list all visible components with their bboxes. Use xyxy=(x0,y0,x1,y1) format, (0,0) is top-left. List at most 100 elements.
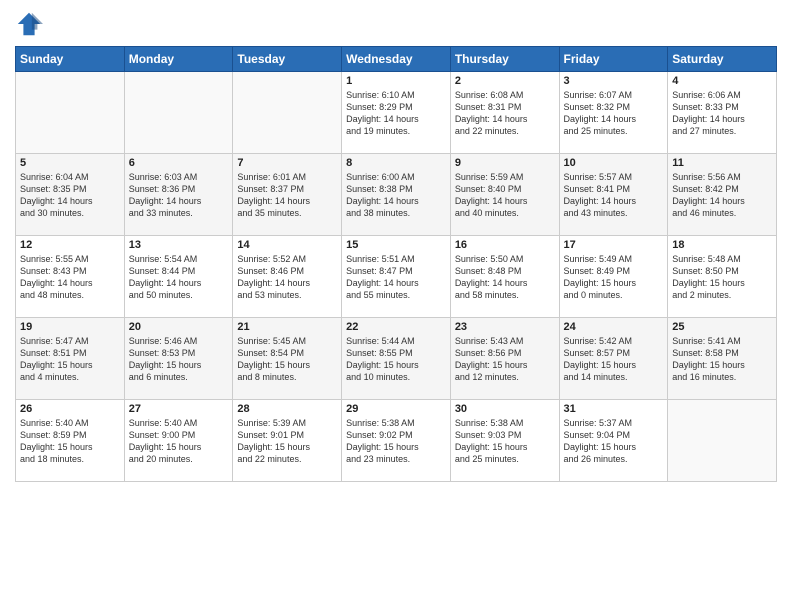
weekday-header-thursday: Thursday xyxy=(450,47,559,72)
day-info: Sunrise: 5:50 AM Sunset: 8:48 PM Dayligh… xyxy=(455,253,555,302)
day-number: 31 xyxy=(564,403,664,415)
calendar-cell: 5Sunrise: 6:04 AM Sunset: 8:35 PM Daylig… xyxy=(16,154,125,236)
calendar-cell: 7 Sunrise: 6:01 AM Sunset: 8:37 PM Daylig… xyxy=(233,154,342,236)
day-info: Sunrise: 6:01 AM Sunset: 8:37 PM Dayligh… xyxy=(237,171,337,220)
day-info: Sunrise: 5:38 AM Sunset: 9:02 PM Dayligh… xyxy=(346,417,446,466)
day-info: Sunrise: 5:39 AM Sunset: 9:01 PM Dayligh… xyxy=(237,417,337,466)
day-number: 14 xyxy=(237,239,337,251)
weekday-header-tuesday: Tuesday xyxy=(233,47,342,72)
calendar-cell: 20 Sunrise: 5:46 AM Sunset: 8:53 PM Dayli… xyxy=(124,318,233,400)
day-number: 6 xyxy=(129,157,229,169)
day-number: 21 xyxy=(237,321,337,333)
day-info: Sunrise: 5:51 AM Sunset: 8:47 PM Dayligh… xyxy=(346,253,446,302)
day-number: 26 xyxy=(20,403,120,415)
calendar-cell: 17 Sunrise: 5:49 AM Sunset: 8:49 PM Dayli… xyxy=(559,236,668,318)
day-number: 18 xyxy=(672,239,772,251)
calendar-cell: 30 Sunrise: 5:38 AM Sunset: 9:03 PM Dayli… xyxy=(450,400,559,482)
day-number: 20 xyxy=(129,321,229,333)
day-info: Sunrise: 6:03 AM Sunset: 8:36 PM Dayligh… xyxy=(129,171,229,220)
day-info: Sunrise: 6:10 AM Sunset: 8:29 PM Dayligh… xyxy=(346,89,446,138)
day-number: 27 xyxy=(129,403,229,415)
calendar-cell: 24Sunrise: 5:42 AM Sunset: 8:57 PM Dayli… xyxy=(559,318,668,400)
day-number: 19 xyxy=(20,321,120,333)
day-info: Sunrise: 5:56 AM Sunset: 8:42 PM Dayligh… xyxy=(672,171,772,220)
day-info: Sunrise: 5:49 AM Sunset: 8:49 PM Dayligh… xyxy=(564,253,664,302)
day-info: Sunrise: 5:44 AM Sunset: 8:55 PM Dayligh… xyxy=(346,335,446,384)
day-info: Sunrise: 5:38 AM Sunset: 9:03 PM Dayligh… xyxy=(455,417,555,466)
calendar-cell: 22Sunrise: 5:44 AM Sunset: 8:55 PM Dayli… xyxy=(342,318,451,400)
calendar-cell: 31 Sunrise: 5:37 AM Sunset: 9:04 PM Dayli… xyxy=(559,400,668,482)
logo-icon xyxy=(15,10,43,38)
day-info: Sunrise: 5:37 AM Sunset: 9:04 PM Dayligh… xyxy=(564,417,664,466)
day-number: 7 xyxy=(237,157,337,169)
day-number: 29 xyxy=(346,403,446,415)
weekday-header-saturday: Saturday xyxy=(668,47,777,72)
day-info: Sunrise: 5:52 AM Sunset: 8:46 PM Dayligh… xyxy=(237,253,337,302)
day-number: 30 xyxy=(455,403,555,415)
day-number: 9 xyxy=(455,157,555,169)
calendar-cell: 28 Sunrise: 5:39 AM Sunset: 9:01 PM Dayli… xyxy=(233,400,342,482)
day-info: Sunrise: 5:43 AM Sunset: 8:56 PM Dayligh… xyxy=(455,335,555,384)
day-number: 11 xyxy=(672,157,772,169)
day-info: Sunrise: 6:06 AM Sunset: 8:33 PM Dayligh… xyxy=(672,89,772,138)
day-info: Sunrise: 6:00 AM Sunset: 8:38 PM Dayligh… xyxy=(346,171,446,220)
calendar-cell: 3Sunrise: 6:07 AM Sunset: 8:32 PM Daylig… xyxy=(559,72,668,154)
day-info: Sunrise: 5:40 AM Sunset: 8:59 PM Dayligh… xyxy=(20,417,120,466)
day-info: Sunrise: 5:46 AM Sunset: 8:53 PM Dayligh… xyxy=(129,335,229,384)
calendar-cell xyxy=(124,72,233,154)
day-info: Sunrise: 5:55 AM Sunset: 8:43 PM Dayligh… xyxy=(20,253,120,302)
calendar-cell: 26 Sunrise: 5:40 AM Sunset: 8:59 PM Dayli… xyxy=(16,400,125,482)
calendar-cell: 6 Sunrise: 6:03 AM Sunset: 8:36 PM Daylig… xyxy=(124,154,233,236)
calendar-cell: 14 Sunrise: 5:52 AM Sunset: 8:46 PM Dayli… xyxy=(233,236,342,318)
week-row-1: 1 Sunrise: 6:10 AM Sunset: 8:29 PM Daylig… xyxy=(16,72,777,154)
day-number: 28 xyxy=(237,403,337,415)
day-number: 17 xyxy=(564,239,664,251)
calendar-cell: 2 Sunrise: 6:08 AM Sunset: 8:31 PM Daylig… xyxy=(450,72,559,154)
calendar-cell: 19Sunrise: 5:47 AM Sunset: 8:51 PM Dayli… xyxy=(16,318,125,400)
day-number: 8 xyxy=(346,157,446,169)
calendar-cell xyxy=(668,400,777,482)
header xyxy=(15,10,777,38)
calendar-cell: 21 Sunrise: 5:45 AM Sunset: 8:54 PM Dayli… xyxy=(233,318,342,400)
day-number: 3 xyxy=(564,75,664,87)
day-info: Sunrise: 5:54 AM Sunset: 8:44 PM Dayligh… xyxy=(129,253,229,302)
calendar-cell: 15 Sunrise: 5:51 AM Sunset: 8:47 PM Dayli… xyxy=(342,236,451,318)
weekday-header-sunday: Sunday xyxy=(16,47,125,72)
day-info: Sunrise: 6:08 AM Sunset: 8:31 PM Dayligh… xyxy=(455,89,555,138)
week-row-4: 19Sunrise: 5:47 AM Sunset: 8:51 PM Dayli… xyxy=(16,318,777,400)
calendar-cell: 8 Sunrise: 6:00 AM Sunset: 8:38 PM Daylig… xyxy=(342,154,451,236)
day-info: Sunrise: 5:48 AM Sunset: 8:50 PM Dayligh… xyxy=(672,253,772,302)
calendar-cell: 16 Sunrise: 5:50 AM Sunset: 8:48 PM Dayli… xyxy=(450,236,559,318)
week-row-3: 12 Sunrise: 5:55 AM Sunset: 8:43 PM Dayli… xyxy=(16,236,777,318)
day-info: Sunrise: 5:42 AM Sunset: 8:57 PM Dayligh… xyxy=(564,335,664,384)
day-number: 12 xyxy=(20,239,120,251)
day-info: Sunrise: 5:45 AM Sunset: 8:54 PM Dayligh… xyxy=(237,335,337,384)
calendar-cell: 9 Sunrise: 5:59 AM Sunset: 8:40 PM Daylig… xyxy=(450,154,559,236)
calendar-cell: 13Sunrise: 5:54 AM Sunset: 8:44 PM Dayli… xyxy=(124,236,233,318)
page: SundayMondayTuesdayWednesdayThursdayFrid… xyxy=(0,0,792,612)
day-info: Sunrise: 5:40 AM Sunset: 9:00 PM Dayligh… xyxy=(129,417,229,466)
calendar-cell: 18 Sunrise: 5:48 AM Sunset: 8:50 PM Dayli… xyxy=(668,236,777,318)
calendar-cell: 10 Sunrise: 5:57 AM Sunset: 8:41 PM Dayli… xyxy=(559,154,668,236)
day-number: 10 xyxy=(564,157,664,169)
weekday-header-row: SundayMondayTuesdayWednesdayThursdayFrid… xyxy=(16,47,777,72)
calendar-cell: 12 Sunrise: 5:55 AM Sunset: 8:43 PM Dayli… xyxy=(16,236,125,318)
calendar-cell: 11 Sunrise: 5:56 AM Sunset: 8:42 PM Dayli… xyxy=(668,154,777,236)
calendar-cell: 29 Sunrise: 5:38 AM Sunset: 9:02 PM Dayli… xyxy=(342,400,451,482)
day-number: 15 xyxy=(346,239,446,251)
day-number: 2 xyxy=(455,75,555,87)
day-info: Sunrise: 6:04 AM Sunset: 8:35 PM Dayligh… xyxy=(20,171,120,220)
day-number: 1 xyxy=(346,75,446,87)
day-number: 4 xyxy=(672,75,772,87)
day-info: Sunrise: 5:57 AM Sunset: 8:41 PM Dayligh… xyxy=(564,171,664,220)
weekday-header-monday: Monday xyxy=(124,47,233,72)
week-row-5: 26 Sunrise: 5:40 AM Sunset: 8:59 PM Dayli… xyxy=(16,400,777,482)
calendar-cell xyxy=(16,72,125,154)
calendar-cell: 1 Sunrise: 6:10 AM Sunset: 8:29 PM Daylig… xyxy=(342,72,451,154)
day-number: 16 xyxy=(455,239,555,251)
day-number: 25 xyxy=(672,321,772,333)
weekday-header-friday: Friday xyxy=(559,47,668,72)
logo xyxy=(15,10,47,38)
week-row-2: 5Sunrise: 6:04 AM Sunset: 8:35 PM Daylig… xyxy=(16,154,777,236)
day-info: Sunrise: 5:59 AM Sunset: 8:40 PM Dayligh… xyxy=(455,171,555,220)
